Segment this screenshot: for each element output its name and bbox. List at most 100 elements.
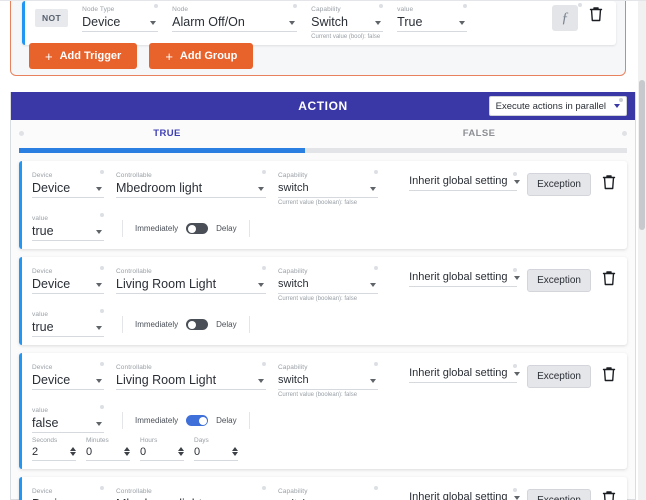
action-capability-value: switch (278, 374, 309, 386)
action-value-field[interactable]: value true (32, 213, 104, 241)
add-group-button[interactable]: + Add Group (149, 43, 254, 69)
function-icon[interactable]: ƒ (552, 5, 578, 31)
delay-toggle[interactable] (186, 319, 209, 330)
delay-toggle[interactable] (186, 223, 209, 234)
action-controllable-field[interactable]: ControllableMbedroom light (116, 486, 266, 500)
action-inherit-setting-field[interactable]: Inherit global setting (409, 364, 520, 383)
action-inherit-setting-field[interactable]: Inherit global setting (409, 488, 520, 500)
action-node-type-field[interactable]: DeviceDevice (32, 266, 104, 294)
seconds-stepper[interactable]: Seconds 2 (32, 436, 76, 461)
action-capability-label: Capability (278, 172, 308, 179)
immediately-label: Immediately (135, 416, 179, 425)
trigger-value-label: value (397, 6, 414, 13)
seconds-label: Seconds (32, 437, 58, 444)
trigger-node-type-field[interactable]: Node Type Device (82, 4, 159, 32)
chevron-down-icon[interactable] (513, 372, 520, 376)
chevron-down-icon[interactable] (370, 379, 376, 383)
chevron-down-icon[interactable] (258, 283, 264, 287)
not-badge[interactable]: NOT (35, 9, 69, 27)
add-trigger-button[interactable]: + Add Trigger (29, 43, 138, 69)
action-capability-field[interactable]: CapabilityswitchCurrent value (boolean):… (278, 170, 378, 206)
chevron-down-icon[interactable] (150, 21, 157, 25)
action-controllable-field[interactable]: Controllable Living Room Light (116, 266, 266, 294)
action-inherit-setting-field[interactable]: Inherit global setting (409, 172, 520, 191)
days-stepper[interactable]: Days 0 (194, 436, 238, 461)
tab-false[interactable]: FALSE (323, 120, 635, 146)
chevron-down-icon[interactable] (459, 21, 466, 25)
action-node-type-field[interactable]: Device Device (32, 362, 104, 390)
action-node-type-value: Device (32, 373, 71, 387)
days-spinner-icon[interactable] (232, 447, 238, 456)
chevron-down-icon[interactable] (96, 230, 102, 234)
action-capability-field[interactable]: CapabilityswitchCurrent value (boolean):… (278, 266, 378, 302)
action-delete-icon[interactable] (601, 489, 617, 500)
trigger-current-value: Current value (bool): false (311, 34, 381, 40)
action-controllable-field[interactable]: Controllable Living Room Light (116, 362, 266, 390)
trigger-capability-field[interactable]: Capability Switch Current value (bool): … (311, 4, 384, 40)
chevron-down-icon[interactable] (513, 496, 520, 500)
action-node-type-value: Device (32, 181, 71, 195)
trigger-value-field[interactable]: value True (397, 4, 468, 32)
chevron-down-icon[interactable] (370, 283, 376, 287)
action-capability-label: Capability (278, 488, 308, 495)
chevron-down-icon[interactable] (96, 422, 102, 426)
action-value-field[interactable]: value false (32, 405, 104, 433)
exception-button[interactable]: Exception (527, 365, 591, 388)
info-dot-icon (100, 266, 104, 270)
action-capability-field[interactable]: CapabilityswitchCurrent value (boolean):… (278, 486, 378, 500)
chevron-down-icon[interactable] (96, 379, 102, 383)
action-delete-icon[interactable] (601, 365, 617, 383)
hours-spinner-icon[interactable] (178, 447, 184, 456)
delay-toggle[interactable] (186, 415, 209, 426)
chevron-down-icon[interactable] (513, 276, 520, 280)
seconds-value: 2 (32, 446, 39, 458)
trigger-node-field[interactable]: Node Alarm Off/On (172, 4, 298, 32)
delay-toggle-group[interactable]: Immediately Delay (122, 220, 250, 237)
action-capability-field[interactable]: CapabilityswitchCurrent value (boolean):… (278, 362, 378, 398)
trigger-node-label: Node (172, 6, 189, 13)
delay-toggle-group[interactable]: Immediately Delay (122, 316, 250, 333)
tab-true[interactable]: TRUE (11, 120, 323, 146)
exception-button[interactable]: Exception (527, 269, 591, 292)
chevron-down-icon[interactable] (96, 283, 102, 287)
automation-editor-page: NOT Node Type Device Node Alarm Off/On C… (0, 0, 646, 500)
info-dot-icon (262, 486, 266, 490)
page-scrollbar-thumb[interactable] (639, 80, 645, 230)
chevron-down-icon[interactable] (96, 326, 102, 330)
action-capability-label: Capability (278, 364, 308, 371)
chevron-down-icon[interactable] (258, 187, 264, 191)
hours-stepper[interactable]: Hours 0 (140, 436, 184, 461)
action-controllable-field[interactable]: ControllableMbedroom light (116, 170, 266, 198)
action-delete-icon[interactable] (601, 173, 617, 191)
days-label: Days (194, 437, 209, 444)
info-dot-icon (262, 266, 266, 270)
action-inherit-setting-field[interactable]: Inherit global setting (409, 268, 520, 287)
action-delete-icon[interactable] (601, 269, 617, 287)
chevron-down-icon[interactable] (258, 379, 264, 383)
chevron-down-icon[interactable] (375, 21, 382, 25)
trigger-delete-icon[interactable] (588, 5, 604, 23)
action-node-type-field[interactable]: DeviceDevice (32, 486, 104, 500)
seconds-spinner-icon[interactable] (70, 447, 76, 456)
chevron-down-icon[interactable] (513, 180, 520, 184)
immediately-label: Immediately (135, 320, 179, 329)
chevron-down-icon[interactable] (614, 103, 620, 108)
page-scrollbar[interactable] (638, 0, 646, 500)
minutes-stepper[interactable]: Minutes 0 (86, 436, 130, 461)
action-node-type-field[interactable]: DeviceDevice (32, 170, 104, 198)
minutes-spinner-icon[interactable] (124, 447, 130, 456)
delay-label: Delay (216, 416, 237, 425)
exception-button[interactable]: Exception (527, 173, 591, 196)
delay-toggle-group[interactable]: Immediately Delay (122, 412, 250, 429)
chevron-down-icon[interactable] (96, 187, 102, 191)
action-value-field[interactable]: value true (32, 309, 104, 337)
action-node-type-value: Device (32, 277, 71, 291)
exception-button[interactable]: Exception (527, 489, 591, 500)
chevron-down-icon[interactable] (370, 187, 376, 191)
minutes-label: Minutes (86, 437, 109, 444)
info-dot-icon (374, 170, 378, 174)
execution-mode-select[interactable]: Execute actions in parallel (488, 96, 627, 116)
chevron-down-icon[interactable] (289, 21, 296, 25)
plus-icon: + (165, 48, 173, 64)
action-node-type-label: Device (32, 364, 53, 371)
